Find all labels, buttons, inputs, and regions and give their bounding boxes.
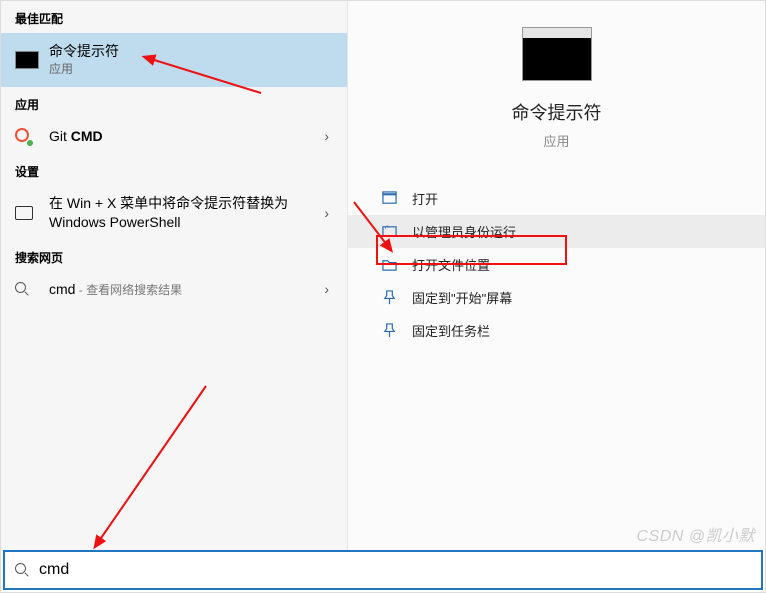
results-panel: 最佳匹配 命令提示符 应用 应用 Git CMD › 设置 在 Win + X … [1,1,348,551]
watermark: CSDN @凯小默 [636,522,755,546]
action-pin-taskbar[interactable]: 固定到任务栏 [348,314,765,347]
setting-winx[interactable]: 在 Win + X 菜单中将命令提示符替换为 Windows PowerShel… [1,186,347,240]
chevron-right-icon[interactable]: › [324,281,333,297]
web-search-cmd[interactable]: cmd - 查看网络搜索结果 › [1,272,347,307]
best-match-header: 最佳匹配 [1,1,347,33]
action-admin-label: 以管理员身份运行 [412,222,516,241]
action-pin-start-label: 固定到"开始"屏幕 [412,288,512,307]
action-run-as-admin[interactable]: 以管理员身份运行 [348,215,765,248]
search-input[interactable] [39,561,751,579]
folder-icon [380,257,398,272]
preview-title: 命令提示符 [512,99,602,125]
search-results-window: 最佳匹配 命令提示符 应用 应用 Git CMD › 设置 在 Win + X … [1,1,765,551]
search-icon [15,282,29,296]
web-header: 搜索网页 [1,240,347,272]
setting-winx-label: 在 Win + X 菜单中将命令提示符替换为 Windows PowerShel… [49,195,288,230]
action-pin-start[interactable]: 固定到"开始"屏幕 [348,281,765,314]
chevron-right-icon[interactable]: › [324,205,333,221]
action-location-label: 打开文件位置 [412,255,490,274]
preview-sub: 应用 [543,131,569,150]
best-match-title: 命令提示符 [49,42,333,61]
monitor-icon [15,206,33,220]
action-list: 打开 以管理员身份运行 打开文件位置 固定到"开始"屏幕 [348,182,765,347]
pin-start-icon [380,290,398,305]
search-bar[interactable] [3,550,763,590]
action-pin-taskbar-label: 固定到任务栏 [412,321,490,340]
apps-header: 应用 [1,87,347,119]
open-icon [380,191,398,206]
search-icon [15,563,29,577]
best-match-cmd[interactable]: 命令提示符 应用 [1,33,347,87]
action-open-label: 打开 [412,189,438,208]
preview-panel: 命令提示符 应用 打开 以管理员身份运行 打开文件位置 [348,1,765,551]
git-icon [15,128,31,144]
pin-taskbar-icon [380,323,398,338]
git-prefix: Git [49,128,71,144]
action-open-location[interactable]: 打开文件位置 [348,248,765,281]
app-git-cmd[interactable]: Git CMD › [1,119,347,154]
chevron-right-icon[interactable]: › [324,128,333,144]
web-term: cmd [49,281,75,297]
cmd-icon [15,51,39,69]
git-bold: CMD [71,128,103,144]
cmd-large-icon [522,27,592,81]
settings-header: 设置 [1,154,347,186]
shield-icon [380,224,398,239]
web-suffix: - 查看网络搜索结果 [75,283,182,297]
best-match-sub: 应用 [49,61,333,77]
action-open[interactable]: 打开 [348,182,765,215]
